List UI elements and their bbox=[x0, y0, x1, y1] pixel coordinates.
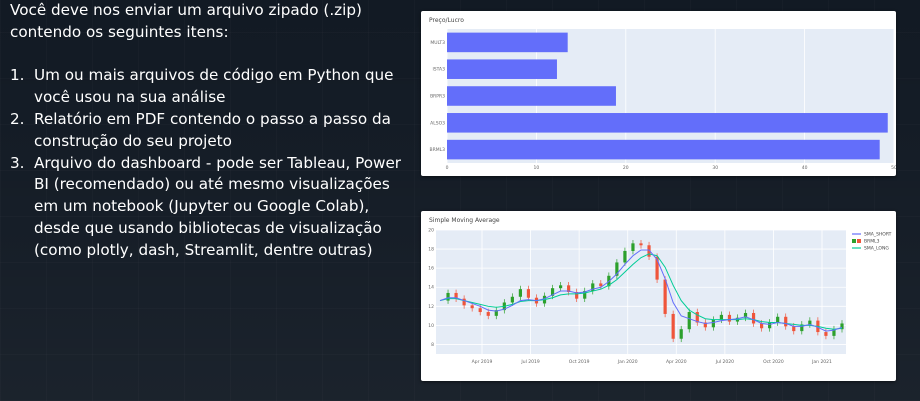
x-tick-label: Jul 2019 bbox=[520, 359, 539, 365]
legend-label: BRML3 bbox=[864, 239, 880, 245]
legend-swatch bbox=[852, 239, 856, 243]
candle bbox=[518, 289, 522, 297]
candle bbox=[792, 326, 796, 332]
bar bbox=[447, 113, 888, 133]
item-text: Um ou mais arquivos de código em Python … bbox=[34, 66, 394, 107]
item-number: 2. bbox=[10, 109, 25, 128]
candle bbox=[719, 314, 723, 320]
x-tick-label: Oct 2020 bbox=[763, 359, 784, 365]
sma-chart-card: Simple Moving Average 8 10 12 14 16 18 20 Apr 2… bbox=[421, 211, 896, 381]
requirements-list: 1. Um ou mais arquivos de código em Pyth… bbox=[10, 65, 410, 261]
candle bbox=[679, 329, 683, 339]
pe-bar-chart: 0 10 20 30 40 50 MULT3 ISTA3 BRPR3 ALSO3 BRML3 bbox=[430, 29, 896, 171]
candle bbox=[751, 312, 756, 324]
candle bbox=[727, 314, 732, 322]
candle bbox=[639, 243, 643, 246]
bar bbox=[447, 59, 557, 79]
candle bbox=[776, 316, 780, 323]
candle bbox=[824, 332, 828, 336]
y-tick-label: 20 bbox=[428, 228, 434, 234]
candle bbox=[784, 316, 788, 327]
bar bbox=[447, 86, 616, 106]
x-tick-label: 20 bbox=[623, 165, 629, 171]
y-tick-label: 10 bbox=[428, 323, 434, 329]
x-tick-label: 30 bbox=[712, 165, 718, 171]
x-tick-label: 10 bbox=[534, 165, 540, 171]
y-tick-label: 12 bbox=[428, 304, 434, 310]
plot-area bbox=[436, 230, 846, 354]
y-tick-label: BRPR3 bbox=[430, 94, 445, 100]
candle bbox=[486, 312, 490, 316]
list-item: 2. Relatório em PDF contendo o passo a p… bbox=[10, 109, 410, 153]
candle bbox=[760, 323, 764, 329]
candle bbox=[631, 243, 635, 251]
x-tick-label: 0 bbox=[446, 165, 449, 171]
candle bbox=[768, 322, 772, 329]
list-item: 3. Arquivo do dashboard - pode ser Table… bbox=[10, 153, 410, 262]
item-number: 3. bbox=[10, 153, 25, 172]
legend-label: SMA_LONG bbox=[864, 246, 889, 252]
candle bbox=[470, 305, 474, 309]
candle bbox=[671, 313, 675, 339]
candle bbox=[526, 289, 531, 298]
legend-label: SMA_SHORT bbox=[864, 232, 892, 238]
x-tick-label: 50 bbox=[891, 165, 896, 171]
candle bbox=[808, 320, 812, 325]
candle bbox=[478, 308, 482, 313]
y-tick-label: MULT3 bbox=[430, 40, 445, 46]
y-tick-label: ISTA3 bbox=[432, 67, 445, 73]
pe-chart-card: Preço/Lucro 0 10 20 30 40 50 MULT3 ISTA3 BRPR3 AL… bbox=[421, 11, 896, 176]
x-tick-label: Apr 2019 bbox=[472, 359, 493, 365]
sma-line-chart: 8 10 12 14 16 18 20 Apr 2019 Jul 2019 Oct 2019 Jan… bbox=[428, 228, 892, 366]
y-tick-label: 8 bbox=[431, 342, 434, 348]
x-tick-label: Jan 2021 bbox=[811, 359, 832, 365]
intro-text: Você deve nos enviar um arquivo zipado (… bbox=[10, 1, 362, 41]
x-tick-label: 40 bbox=[802, 165, 808, 171]
candle bbox=[711, 319, 715, 328]
item-text: Arquivo do dashboard - pode ser Tableau,… bbox=[34, 153, 402, 259]
candle bbox=[687, 312, 691, 330]
x-tick-label: Jan 2020 bbox=[617, 359, 638, 365]
y-tick-label: 16 bbox=[428, 266, 434, 272]
y-tick-label: 18 bbox=[428, 247, 434, 253]
y-tick-label: ALSO3 bbox=[430, 120, 445, 126]
candle bbox=[559, 285, 563, 289]
bar bbox=[447, 32, 568, 53]
item-text: Relatório em PDF contendo o passo a pass… bbox=[34, 109, 391, 150]
x-tick-label: Jul 2020 bbox=[715, 359, 734, 365]
bar bbox=[447, 139, 880, 160]
legend-swatch bbox=[857, 239, 861, 243]
x-tick-label: Oct 2019 bbox=[569, 359, 590, 365]
x-tick-label: Apr 2020 bbox=[666, 359, 687, 365]
candle bbox=[623, 250, 627, 263]
y-tick-label: BRML3 bbox=[430, 147, 446, 153]
list-item: 1. Um ou mais arquivos de código em Pyth… bbox=[10, 65, 410, 109]
item-number: 1. bbox=[10, 66, 25, 85]
y-tick-label: 14 bbox=[428, 285, 434, 291]
candle bbox=[510, 296, 514, 303]
candle bbox=[663, 279, 667, 314]
slide-text: Você deve nos enviar um arquivo zipado (… bbox=[10, 0, 410, 262]
